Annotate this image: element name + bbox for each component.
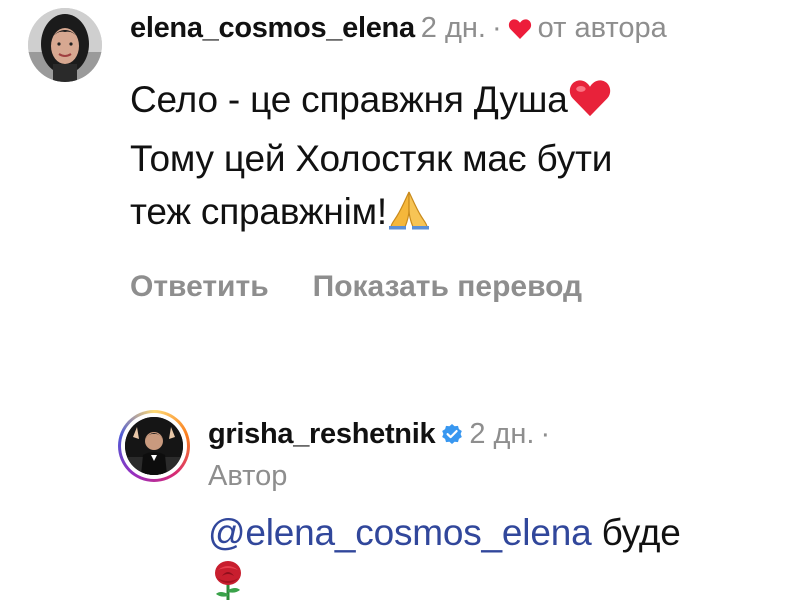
comment-line-1-text: Село - це справжня Душа: [130, 79, 568, 120]
reply-text-content: буде: [601, 512, 681, 553]
reply-meta: grisha_reshetnik 2 дн. · Автор: [208, 414, 788, 496]
comments-screen: elena_cosmos_elena 2 дн. · от автора Село -…: [0, 0, 800, 600]
comment-line-2: Тому цей Холостяк має бути: [130, 138, 613, 179]
verified-badge-icon: [441, 416, 463, 456]
author-badge: Автор: [208, 460, 288, 492]
red-heart-icon: [568, 78, 612, 132]
mention-link[interactable]: @elena_cosmos_elena: [208, 512, 592, 553]
comment-meta: elena_cosmos_elena 2 дн. · от автора: [130, 8, 780, 51]
comment-line-1: Село - це справжня Душа: [130, 73, 780, 132]
reply-button[interactable]: Ответить: [130, 270, 269, 303]
reply-line-2: [208, 559, 788, 600]
comment-line-3: теж справжнім!: [130, 185, 780, 244]
separator-dot: ·: [491, 12, 502, 44]
heart-icon: [508, 11, 532, 51]
story-ring[interactable]: [118, 410, 190, 482]
folded-hands-icon: [387, 190, 431, 244]
separator-dot: ·: [540, 418, 551, 450]
avatar-photo-grisha: [125, 417, 183, 475]
comment-actions: Ответить Показать перевод: [130, 270, 780, 304]
show-translation-button[interactable]: Показать перевод: [313, 270, 582, 303]
rose-icon: [208, 560, 248, 600]
comment-username[interactable]: elena_cosmos_elena: [130, 12, 415, 44]
comment-time: 2 дн.: [420, 12, 486, 44]
avatar[interactable]: [28, 8, 102, 82]
reply-username[interactable]: grisha_reshetnik: [208, 418, 436, 450]
comment-line-3-text: теж справжнім!: [130, 191, 387, 232]
reply-text: @elena_cosmos_elena буде: [208, 506, 788, 600]
comment-text: Село - це справжня Душа Тому цей Холостя…: [130, 73, 780, 244]
avatar[interactable]: [125, 417, 183, 475]
avatar-photo-elena: [28, 8, 102, 82]
reply-time: 2 дн.: [469, 418, 535, 450]
liked-by-author-label: от автора: [537, 12, 667, 44]
